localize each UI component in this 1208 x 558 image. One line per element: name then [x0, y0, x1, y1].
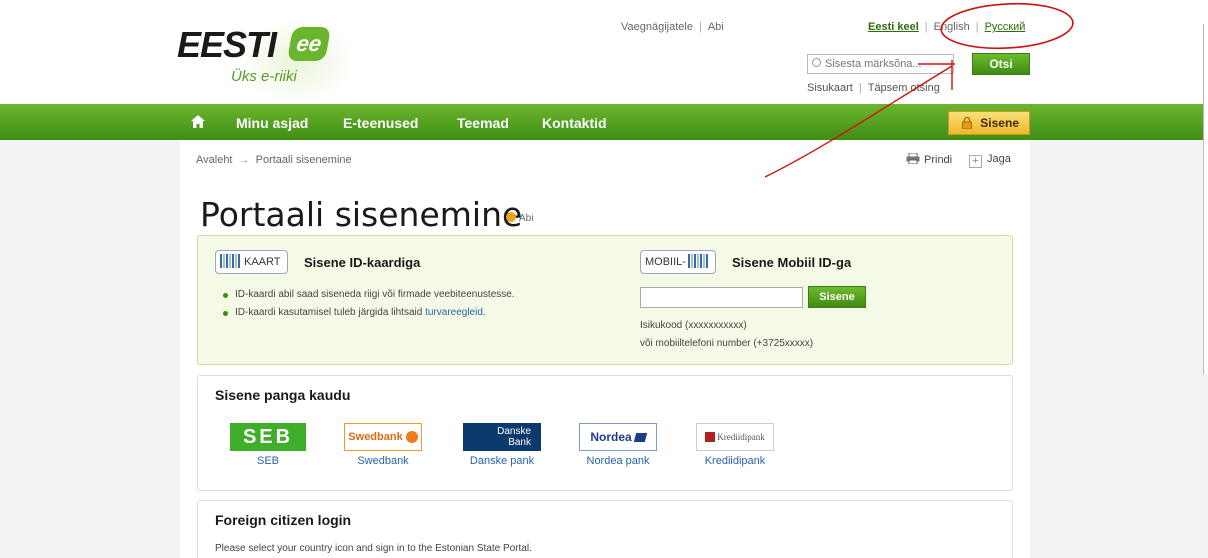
id-login-box: KAART Sisene ID-kaardiga ID-kaardi abil … [197, 235, 1013, 365]
login-button[interactable]: Sisene [948, 111, 1030, 135]
content-panel: Avaleht → Portaali sisenemine Prindi + Ja… [180, 140, 1030, 558]
id-card-chip: KAART [215, 250, 289, 274]
swedbank-logo: Swedbank [344, 423, 422, 451]
help-icon [506, 212, 516, 222]
swedbank-logo-text: Swedbank [348, 431, 403, 443]
id-card-info-1: ID-kaardi abil saad siseneda riigi või f… [223, 289, 515, 300]
foreign-login-text: Please select your country icon and sign… [215, 543, 532, 554]
share-label: Jaga [987, 153, 1011, 165]
breadcrumb: Avaleht → Portaali sisenemine [196, 154, 352, 166]
help-badge[interactable]: Abi [506, 212, 533, 224]
bank-nordea[interactable]: Nordea Nordea pank [578, 423, 658, 467]
logo-badge: ee [287, 27, 331, 61]
bank-seb-label: SEB [256, 455, 279, 467]
mobile-id-chip-label: MOBIIL- [645, 256, 686, 268]
bank-krediidipank[interactable]: Krediidipank Krediidipank [695, 423, 775, 467]
search-input[interactable] [807, 54, 954, 74]
mobile-chip-icon [687, 254, 708, 268]
mobile-id-input[interactable] [640, 287, 803, 308]
language-switcher: Eesti keel | English | Русский [868, 21, 1026, 33]
search-icon [812, 58, 821, 67]
krediidipank-logo: Krediidipank [696, 423, 774, 451]
swedbank-oak-icon [405, 431, 418, 443]
mobile-id-hint-phone: või mobiiltelefoni number (+3725xxxxx) [640, 338, 814, 349]
lang-russian[interactable]: Русский [985, 21, 1026, 33]
nav-my-things[interactable]: Minu asjad [236, 115, 308, 131]
id-card-info-2: ID-kaardi kasutamisel tuleb järgida liht… [223, 307, 486, 318]
bank-nordea-label: Nordea pank [586, 455, 650, 467]
seb-logo: SEB [230, 423, 306, 451]
krediidipank-logo-text: Krediidipank [717, 432, 765, 442]
accessibility-link[interactable]: Vaegnägijatele [621, 21, 693, 33]
foreign-login-box: Foreign citizen login Please select your… [197, 500, 1013, 558]
bank-danske-label: Danske pank [469, 455, 535, 467]
home-icon[interactable] [191, 115, 205, 128]
breadcrumb-current: Portaali sisenemine [255, 154, 352, 166]
nordea-logo-text: Nordea [590, 430, 632, 444]
bank-login-box: Sisene panga kaudu SEB SEB Swedbank Swed… [197, 375, 1013, 491]
bank-danske[interactable]: Danske Bank Danske pank [462, 423, 542, 467]
sitemap-link[interactable]: Sisukaart [807, 82, 853, 94]
bank-login-title: Sisene panga kaudu [215, 387, 351, 403]
nav-e-services[interactable]: E-teenused [343, 115, 418, 131]
main-nav: Minu asjad E-teenused Teemad Kontaktid S… [0, 104, 1208, 140]
page-title: Portaali sisenemine [200, 195, 523, 234]
foreign-login-title: Foreign citizen login [215, 512, 352, 528]
help-link[interactable]: Abi [708, 21, 724, 33]
lock-icon [962, 117, 972, 129]
help-label: Abi [519, 213, 534, 224]
eesti-logo[interactable]: EESTI ee Üks e-riiki [177, 19, 357, 104]
danske-logo-line2: Bank [508, 437, 531, 448]
danske-logo: Danske Bank [463, 423, 541, 451]
top-links: Vaegnägijatele | Abi [621, 21, 724, 33]
nordea-sail-icon [633, 432, 647, 442]
breadcrumb-home[interactable]: Avaleht [196, 154, 233, 166]
mobile-id-hint-code: Isikukood (xxxxxxxxxxx) [640, 320, 747, 331]
mobile-id-chip: MOBIIL- [640, 250, 716, 274]
advanced-search-link[interactable]: Täpsem otsing [868, 82, 940, 94]
lang-estonian[interactable]: Eesti keel [868, 21, 919, 33]
window-scrollbar[interactable] [1203, 24, 1208, 374]
logo-text: EESTI [177, 24, 277, 65]
bank-krediidipank-label: Krediidipank [704, 455, 766, 467]
logo-subtitle: Üks e-riiki [231, 68, 297, 85]
nordea-logo: Nordea [579, 423, 657, 451]
krediidipank-emblem-icon [705, 432, 716, 442]
bank-swedbank-label: Swedbank [357, 455, 409, 467]
login-label: Sisene [980, 116, 1019, 130]
nav-topics[interactable]: Teemad [457, 115, 509, 131]
security-rules-link[interactable]: turvareegleid [425, 307, 483, 318]
nav-contacts[interactable]: Kontaktid [542, 115, 607, 131]
id-card-heading[interactable]: Sisene ID-kaardiga [304, 255, 420, 270]
lang-english[interactable]: English [934, 21, 970, 33]
print-link[interactable]: Prindi [906, 152, 953, 166]
chip-icon [220, 254, 240, 268]
mobile-id-heading: Sisene Mobiil ID-ga [732, 255, 852, 270]
breadcrumb-arrow: → [238, 154, 250, 166]
header: EESTI ee Üks e-riiki Vaegnägijatele | Abi … [0, 0, 1208, 104]
search-button[interactable]: Otsi [972, 53, 1030, 75]
search-links: Sisukaart | Täpsem otsing [807, 82, 940, 94]
id-card-info-2-text: ID-kaardi kasutamisel tuleb järgida liht… [235, 307, 426, 318]
id-card-chip-label: KAART [244, 256, 281, 268]
printer-icon [906, 152, 920, 165]
bank-swedbank[interactable]: Swedbank Swedbank [343, 423, 423, 467]
print-label: Prindi [924, 154, 953, 166]
share-link[interactable]: + Jaga [969, 153, 1011, 168]
danske-logo-line1: Danske [497, 426, 531, 437]
bank-seb[interactable]: SEB SEB [229, 423, 307, 467]
mobile-id-login-button[interactable]: Sisene [808, 286, 866, 308]
plus-icon: + [969, 155, 982, 168]
id-card-info-2-end: . [482, 307, 486, 318]
